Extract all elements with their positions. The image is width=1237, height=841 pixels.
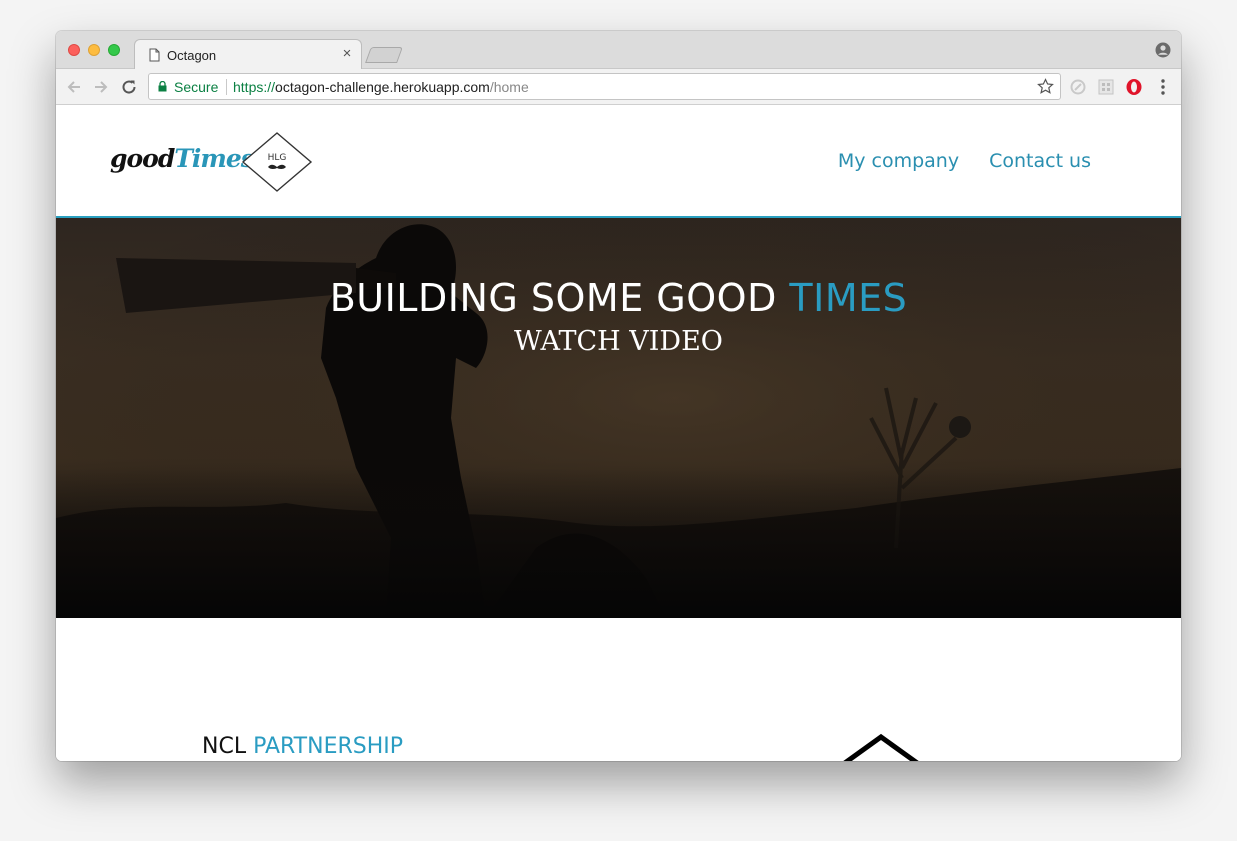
lock-icon	[158, 81, 167, 92]
reload-icon[interactable]	[119, 77, 139, 97]
url-host: octagon-challenge.herokuapp.com	[275, 79, 490, 95]
url-path: /home	[489, 79, 529, 95]
url-text[interactable]: https://octagon-challenge.herokuapp.com/…	[233, 79, 529, 95]
hero-banner: BUILDING SOME GOOD TIMES WATCH VIDEO	[56, 218, 1181, 618]
menu-icon[interactable]	[1155, 78, 1171, 96]
opera-icon[interactable]	[1125, 78, 1143, 96]
site-header: goodTimes HLG My company Contact us	[56, 106, 1181, 218]
section-heading-accent: PARTNERSHIP	[253, 734, 404, 759]
omnibox-divider	[226, 79, 227, 95]
partnership-section: NCL PARTNERSHIP	[56, 618, 1181, 761]
browser-toolbar: Secure https://octagon-challenge.herokua…	[56, 69, 1181, 105]
extension-icon[interactable]	[1069, 78, 1087, 96]
maximize-window-button[interactable]	[108, 44, 120, 56]
section-heading-main: NCL	[202, 734, 254, 759]
main-nav: My company Contact us	[838, 150, 1091, 172]
hlg-badge[interactable]: HLG	[241, 131, 313, 193]
web-page: goodTimes HLG My company Contact us BUIL…	[56, 106, 1181, 761]
hero-title-main: BUILDING SOME GOOD	[329, 276, 790, 320]
profile-icon[interactable]	[1155, 42, 1171, 58]
desktop-background: Octagon × Secure https://octagon-challen…	[0, 0, 1237, 841]
new-tab-button[interactable]	[365, 47, 403, 63]
forward-icon[interactable]	[91, 77, 111, 97]
browser-tab[interactable]: Octagon ×	[134, 39, 362, 70]
hero-title-accent: TIMES	[789, 276, 908, 320]
section-heading: NCL PARTNERSHIP	[202, 734, 403, 759]
badge-text: HLG	[268, 153, 287, 163]
close-icon[interactable]: ×	[339, 45, 355, 63]
star-icon[interactable]	[1037, 78, 1054, 95]
octagon-icon	[843, 733, 919, 761]
back-icon[interactable]	[64, 77, 84, 97]
page-icon	[149, 48, 160, 62]
address-bar[interactable]: Secure https://octagon-challenge.herokua…	[148, 73, 1061, 100]
close-window-button[interactable]	[68, 44, 80, 56]
extension-icon[interactable]	[1097, 78, 1115, 96]
nav-my-company[interactable]: My company	[838, 150, 959, 172]
logo-good: good	[110, 144, 175, 173]
minimize-window-button[interactable]	[88, 44, 100, 56]
tab-title: Octagon	[167, 48, 217, 63]
url-scheme: https://	[233, 79, 276, 95]
title-bar: Octagon ×	[56, 31, 1181, 70]
watch-video-link[interactable]: WATCH VIDEO	[56, 326, 1181, 357]
browser-window: Octagon × Secure https://octagon-challen…	[56, 31, 1181, 761]
secure-label: Secure	[174, 79, 219, 95]
site-logo[interactable]: goodTimes	[110, 144, 255, 173]
nav-contact-us[interactable]: Contact us	[989, 150, 1091, 172]
hero-title: BUILDING SOME GOOD TIMES	[56, 276, 1181, 320]
